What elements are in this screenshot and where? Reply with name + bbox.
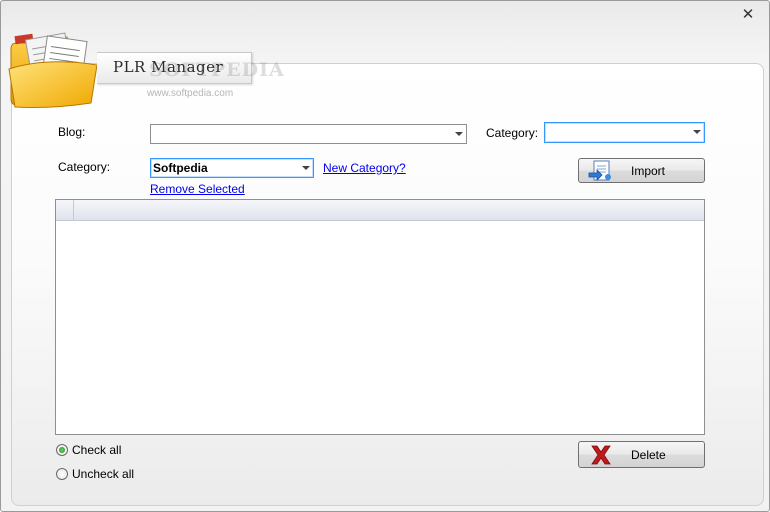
chevron-down-icon xyxy=(693,130,701,134)
article-list[interactable] xyxy=(55,199,705,435)
watermark-url: www.softpedia.com xyxy=(147,88,234,99)
uncheck-all-radio[interactable] xyxy=(56,468,68,480)
chevron-down-icon xyxy=(302,166,310,170)
close-icon[interactable]: ✕ xyxy=(741,7,755,22)
import-button[interactable]: Import xyxy=(578,158,705,183)
delete-button[interactable]: Delete xyxy=(578,441,705,468)
chevron-down-icon xyxy=(455,132,463,136)
remove-selected-link[interactable]: Remove Selected xyxy=(150,182,245,196)
category-select-value: Softpedia xyxy=(153,161,208,175)
blog-label: Blog: xyxy=(58,125,86,139)
category-top-select[interactable] xyxy=(544,122,705,143)
header-checkbox-column[interactable] xyxy=(56,200,74,220)
folder-documents-icon xyxy=(8,32,98,108)
app-title: PLR Manager xyxy=(113,58,224,76)
app-window: ✕ SOFTPEDIA PLR Manager www.softpedia.co… xyxy=(0,0,770,512)
new-category-link[interactable]: New Category? xyxy=(323,161,406,175)
list-header xyxy=(56,200,704,221)
import-button-label: Import xyxy=(631,164,666,178)
check-all-radio[interactable] xyxy=(56,444,68,456)
check-all-label: Check all xyxy=(72,443,122,457)
category-top-label: Category: xyxy=(486,126,539,140)
blog-select[interactable] xyxy=(150,124,467,144)
red-x-icon xyxy=(591,445,611,465)
delete-button-label: Delete xyxy=(631,448,666,462)
import-document-icon xyxy=(588,160,611,181)
category-select[interactable]: Softpedia xyxy=(150,158,314,178)
category-label: Category: xyxy=(58,160,111,174)
uncheck-all-label: Uncheck all xyxy=(72,467,135,481)
